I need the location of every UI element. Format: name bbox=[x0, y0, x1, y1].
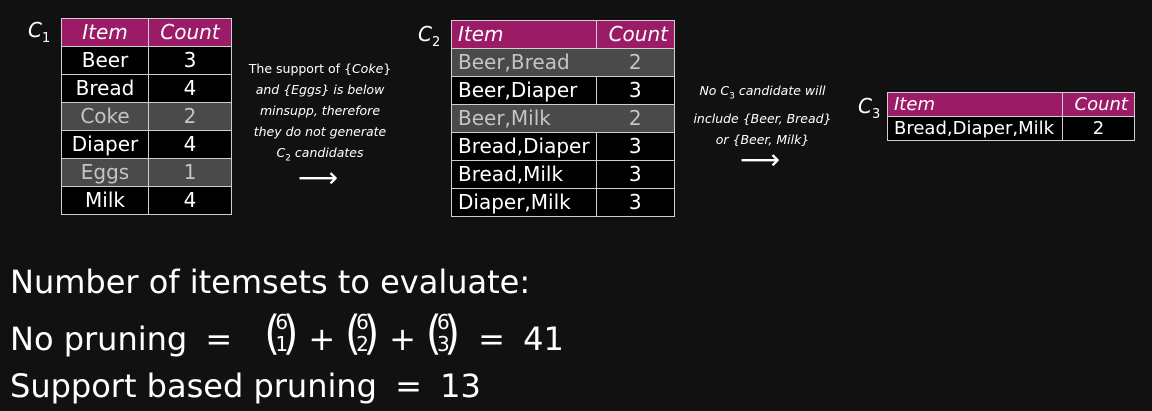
c1-header-row: Item Count bbox=[61, 18, 232, 47]
c3-row: Bread,Diaper,Milk 2 bbox=[887, 116, 1135, 141]
c1-item-cell: Coke bbox=[61, 102, 149, 131]
note-pruned-c2: No C3 candidate will include {Beer, Brea… bbox=[693, 83, 832, 147]
support-pruning-label: Support based pruning bbox=[10, 367, 377, 405]
c1-row: Beer 3 bbox=[61, 46, 232, 75]
c2-row: Bread,Diaper 3 bbox=[451, 132, 676, 161]
c2-header-row: Item Count bbox=[451, 20, 676, 49]
c1-header-count: Count bbox=[148, 18, 232, 47]
c2-row: Beer,Diaper 3 bbox=[451, 76, 676, 105]
c2-row: Beer,Bread 2 bbox=[451, 48, 676, 77]
binomial-coefficient: (6 1) bbox=[264, 307, 299, 361]
c1-table: Item Count Beer 3 Bread 4 Coke 2 Diaper 4 Eggs 1 M… bbox=[61, 18, 232, 215]
c2-table: Item Count Beer,Bread 2 Beer,Diaper 3 Beer,M… bbox=[451, 20, 676, 217]
c1-count-cell: 2 bbox=[148, 102, 232, 131]
c2-item-cell: Beer,Milk bbox=[451, 104, 597, 133]
c2-row: Bread,Milk 3 bbox=[451, 160, 676, 189]
c1-row: Milk 4 bbox=[61, 186, 232, 215]
c1-count-cell: 3 bbox=[148, 46, 232, 75]
c3-table: Item Count Bread,Diaper,Milk 2 bbox=[887, 92, 1135, 141]
c2-item-cell: Beer,Diaper bbox=[451, 76, 597, 105]
arrow-right-icon: ⟶ bbox=[298, 161, 339, 194]
c2-row: Beer,Milk 2 bbox=[451, 104, 676, 133]
c1-count-cell: 4 bbox=[148, 74, 232, 103]
c1-count-cell: 4 bbox=[148, 186, 232, 215]
summary-no-pruning: No pruning = (6 1) +(6 2) +(6 3) = 41 bbox=[10, 307, 564, 361]
c1-item-cell: Beer bbox=[61, 46, 149, 75]
c3-item-cell: Bread,Diaper,Milk bbox=[887, 116, 1063, 141]
plus-sign: + bbox=[308, 320, 336, 358]
c2-header-count: Count bbox=[595, 20, 676, 49]
note-pruned-c1: The support of {Coke} and {Eggs} is belo… bbox=[248, 61, 392, 164]
c1-row: Bread 4 bbox=[61, 74, 232, 103]
c1-item-cell: Diaper bbox=[61, 130, 149, 159]
binomial-coefficient: (6 3) bbox=[425, 307, 460, 361]
c1-item-cell: Milk bbox=[61, 186, 149, 215]
c1-count-cell: 1 bbox=[148, 158, 232, 187]
no-pruning-label: No pruning bbox=[10, 320, 188, 358]
c3-header-item: Item bbox=[887, 92, 1063, 117]
summary-support-pruning: Support based pruning = 13 bbox=[10, 367, 481, 405]
c2-item-cell: Bread,Diaper bbox=[451, 132, 597, 161]
binomial-sum: (6 1) + (6 2) + (6 3) bbox=[264, 309, 460, 360]
c2-row: Diaper,Milk 3 bbox=[451, 188, 676, 217]
c2-item-cell: Beer,Bread bbox=[451, 48, 597, 77]
c2-count-cell: 3 bbox=[595, 160, 676, 189]
c3-header-count: Count bbox=[1062, 92, 1135, 117]
c1-header-item: Item bbox=[61, 18, 149, 47]
c1-label: C1 bbox=[28, 18, 51, 46]
c1-row: Coke 2 bbox=[61, 102, 232, 131]
c2-item-cell: Bread,Milk bbox=[451, 160, 597, 189]
c1-row: Diaper 4 bbox=[61, 130, 232, 159]
c1-item-cell: Eggs bbox=[61, 158, 149, 187]
c3-label: C3 bbox=[858, 94, 881, 122]
c2-count-cell: 3 bbox=[595, 188, 676, 217]
plus-sign: + bbox=[389, 320, 416, 358]
c2-item-cell: Diaper,Milk bbox=[451, 188, 597, 217]
c2-count-cell: 3 bbox=[595, 132, 676, 161]
c1-item-cell: Bread bbox=[61, 74, 149, 103]
c1-count-cell: 4 bbox=[148, 130, 232, 159]
c2-count-cell: 2 bbox=[595, 104, 676, 133]
binomial-coefficient: (6 2) bbox=[345, 307, 380, 361]
c2-header-item: Item bbox=[451, 20, 597, 49]
no-pruning-result: 41 bbox=[523, 320, 564, 358]
c2-label: C2 bbox=[418, 22, 441, 50]
c3-header-row: Item Count bbox=[887, 92, 1135, 117]
c2-count-cell: 2 bbox=[595, 48, 676, 77]
c2-count-cell: 3 bbox=[595, 76, 676, 105]
arrow-right-icon: ⟶ bbox=[740, 143, 781, 176]
c3-count-cell: 2 bbox=[1062, 116, 1135, 141]
c1-row: Eggs 1 bbox=[61, 158, 232, 187]
summary-heading: Number of itemsets to evaluate: bbox=[10, 263, 531, 301]
support-pruning-result: 13 bbox=[440, 367, 481, 405]
